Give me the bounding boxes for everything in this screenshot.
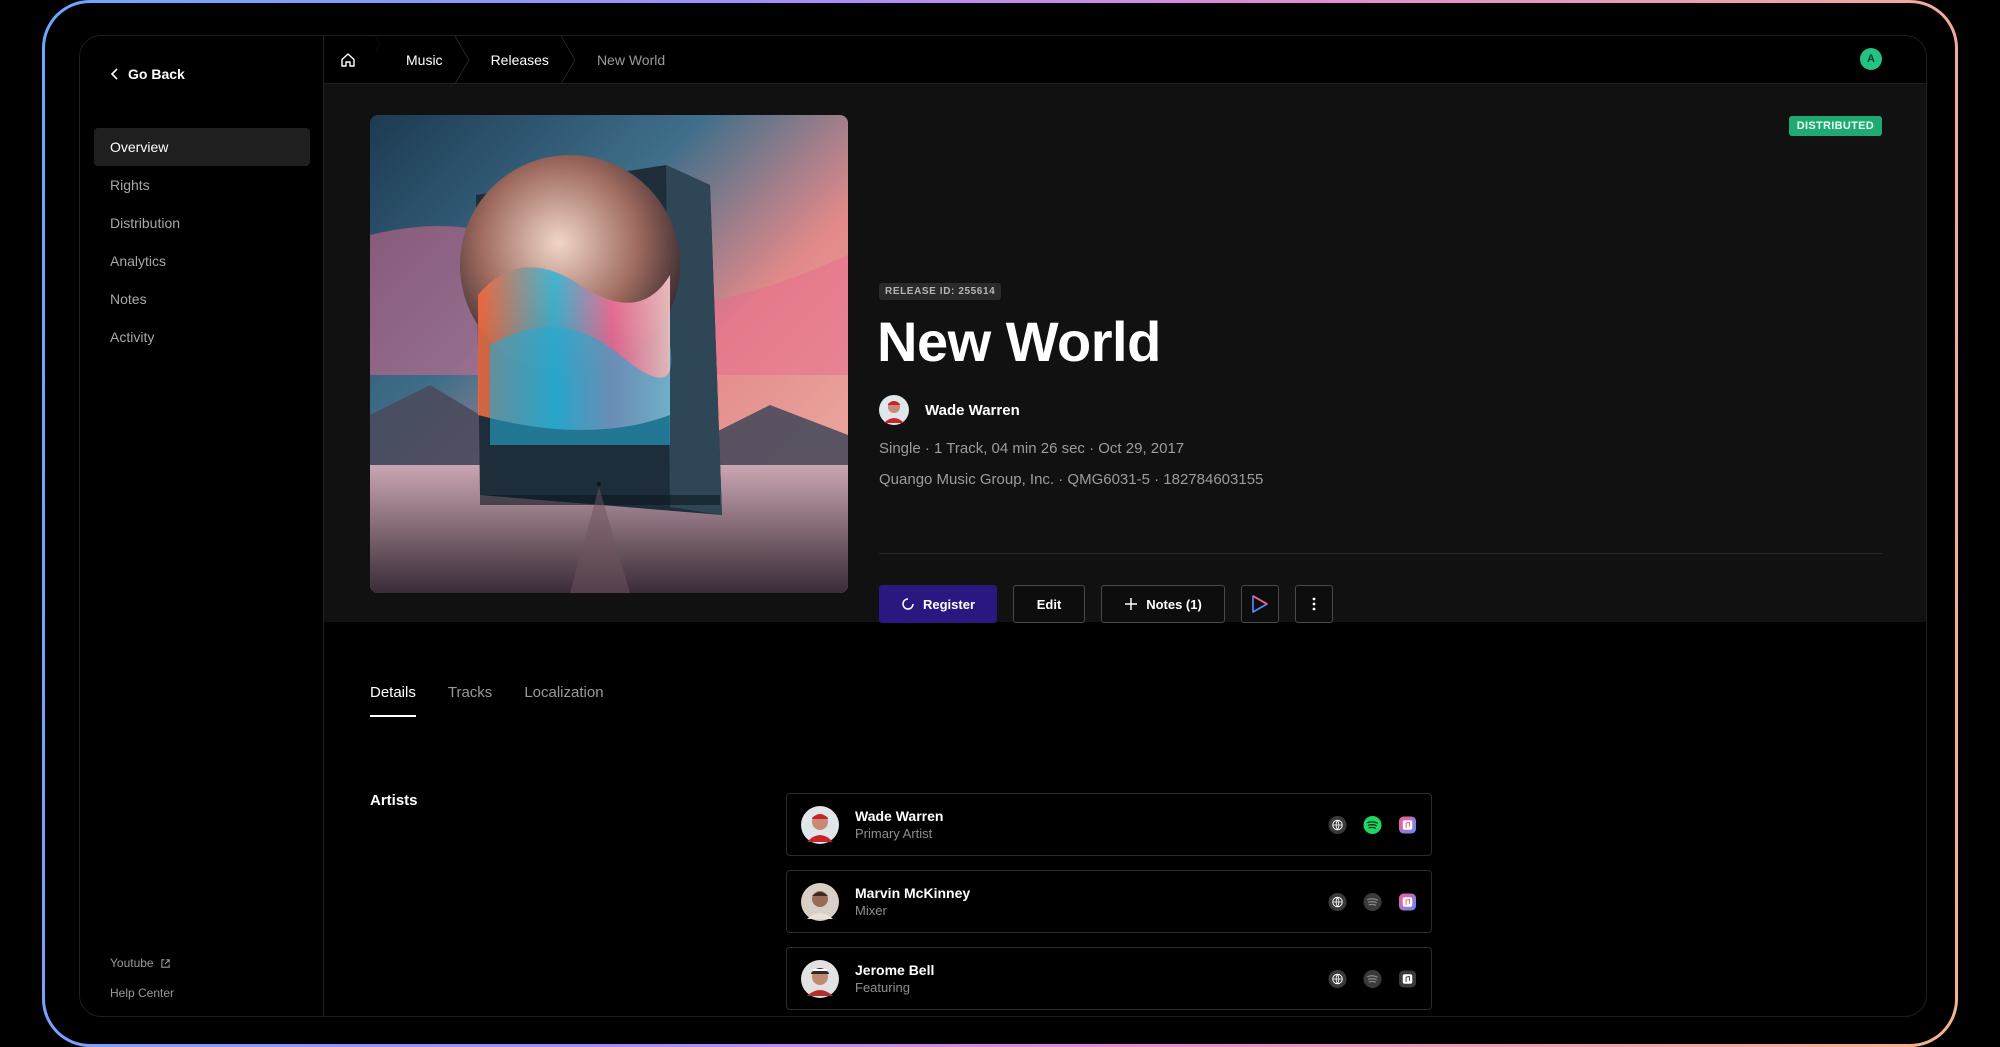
- album-cover-art: [370, 115, 848, 593]
- sidebar-nav: Overview Rights Distribution Analytics N…: [94, 128, 310, 356]
- artist-name: Marvin McKinney: [855, 885, 971, 901]
- release-artist[interactable]: Wade Warren: [879, 395, 1020, 425]
- avatar: [801, 805, 839, 844]
- breadcrumb-music[interactable]: Music: [378, 36, 470, 84]
- globe-icon: [1328, 815, 1347, 834]
- go-back-label: Go Back: [128, 66, 185, 82]
- spinner-icon: [902, 598, 914, 610]
- apple-music-icon: [1398, 969, 1417, 988]
- sidebar-item-overview[interactable]: Overview: [94, 128, 310, 166]
- spotify-icon: [1363, 892, 1382, 911]
- website-link[interactable]: [1328, 892, 1347, 911]
- sidebar-footer: Youtube Help Center: [110, 940, 174, 1000]
- list-item[interactable]: Marvin McKinney Mixer: [786, 870, 1432, 933]
- artist-info: Wade Warren Primary Artist: [855, 808, 943, 841]
- artist-role: Primary Artist: [855, 826, 933, 841]
- action-toolbar: Register Edit Notes (1): [879, 585, 1333, 623]
- help-center-label: Help Center: [110, 986, 175, 1000]
- device-frame: Go Back Overview Rights Distribution Ana…: [42, 0, 1958, 1047]
- spotify-link[interactable]: [1363, 892, 1382, 911]
- sidebar-item-activity[interactable]: Activity: [94, 318, 310, 356]
- more-options-button[interactable]: [1295, 585, 1333, 623]
- album-cover: [370, 115, 848, 593]
- sidebar-item-rights[interactable]: Rights: [94, 166, 310, 204]
- sidebar-item-distribution[interactable]: Distribution: [94, 204, 310, 242]
- help-center-link[interactable]: Help Center: [110, 986, 174, 1000]
- register-button-label: Register: [922, 596, 976, 612]
- sidebar-item-notes[interactable]: Notes: [94, 280, 310, 318]
- artist-role: Featuring: [855, 980, 910, 995]
- go-back-link[interactable]: Go Back: [110, 66, 185, 82]
- apple-music-link[interactable]: [1398, 969, 1417, 988]
- artists-list: Wade Warren Primary Artist Marvin McKinn…: [786, 793, 1432, 1016]
- spotify-link[interactable]: [1363, 815, 1382, 834]
- main-content: Music Releases New World A DISTRIBUTED R…: [324, 36, 1926, 1016]
- platform-links: [1328, 892, 1417, 911]
- tab-localization[interactable]: Localization: [524, 684, 603, 717]
- youtube-link-label: Youtube: [110, 956, 154, 970]
- app-window: Go Back Overview Rights Distribution Ana…: [79, 35, 1927, 1017]
- artist-info: Marvin McKinney Mixer: [855, 885, 970, 918]
- breadcrumb-home[interactable]: [324, 36, 381, 83]
- release-id-badge: RELEASE ID: 255614: [879, 283, 1002, 300]
- avatar: [879, 395, 909, 425]
- release-meta: Single · 1 Track, 04 min 26 sec · Oct 29…: [879, 440, 1185, 457]
- edit-button[interactable]: Edit: [1013, 585, 1085, 623]
- release-label-info: Quango Music Group, Inc. · QMG6031-5 · 1…: [879, 471, 1264, 488]
- device-screen: Go Back Overview Rights Distribution Ana…: [45, 3, 1955, 1044]
- artists-section-title: Artists: [370, 792, 418, 809]
- breadcrumb-releases[interactable]: Releases: [463, 36, 576, 84]
- user-avatar[interactable]: A: [1860, 48, 1882, 70]
- breadcrumb-releases-label: Releases: [490, 51, 549, 68]
- spotify-icon: [1363, 815, 1382, 834]
- more-vertical-icon: [1312, 597, 1316, 611]
- page-title: New World: [877, 310, 1161, 373]
- avatar: [801, 959, 839, 998]
- list-item[interactable]: Jerome Bell Featuring: [786, 947, 1432, 1010]
- apple-music-link[interactable]: [1398, 815, 1417, 834]
- artist-info: Jerome Bell Featuring: [855, 962, 934, 995]
- release-artist-name: Wade Warren: [925, 401, 1020, 419]
- home-icon: [341, 52, 355, 67]
- artist-role: Mixer: [855, 903, 887, 918]
- spotify-link[interactable]: [1363, 969, 1382, 988]
- plus-icon: [1125, 598, 1138, 610]
- status-badge: DISTRIBUTED: [1788, 116, 1882, 136]
- play-icon: [1252, 595, 1268, 613]
- website-link[interactable]: [1328, 815, 1347, 834]
- play-store-button[interactable]: [1241, 585, 1279, 623]
- breadcrumb: Music Releases New World A: [324, 36, 1926, 84]
- apple-music-icon: [1398, 815, 1417, 834]
- avatar: [801, 882, 839, 921]
- tab-tracks[interactable]: Tracks: [448, 684, 492, 717]
- artist-name: Wade Warren: [855, 808, 944, 824]
- artist-name: Jerome Bell: [855, 962, 935, 978]
- list-item[interactable]: Wade Warren Primary Artist: [786, 793, 1432, 856]
- chevron-left-icon: [110, 68, 118, 80]
- globe-icon: [1328, 969, 1347, 988]
- globe-icon: [1328, 892, 1347, 911]
- platform-links: [1328, 969, 1417, 988]
- external-link-icon: [160, 958, 170, 968]
- apple-music-icon: [1398, 892, 1417, 911]
- register-button[interactable]: Register: [879, 585, 997, 623]
- spotify-icon: [1363, 969, 1382, 988]
- divider: [879, 553, 1882, 554]
- edit-button-label: Edit: [1036, 596, 1062, 612]
- breadcrumb-current: New World: [596, 51, 666, 68]
- tab-details[interactable]: Details: [370, 684, 416, 717]
- notes-button-label: Notes (1): [1146, 596, 1202, 612]
- tab-bar: Details Tracks Localization: [370, 684, 604, 717]
- apple-music-link[interactable]: [1398, 892, 1417, 911]
- sidebar-item-analytics[interactable]: Analytics: [94, 242, 310, 280]
- platform-links: [1328, 815, 1417, 834]
- notes-button[interactable]: Notes (1): [1101, 585, 1225, 623]
- release-header: DISTRIBUTED RELEASE ID: 255614 New World…: [324, 84, 1926, 623]
- sidebar: Go Back Overview Rights Distribution Ana…: [80, 36, 324, 1016]
- youtube-link[interactable]: Youtube: [110, 956, 174, 970]
- website-link[interactable]: [1328, 969, 1347, 988]
- breadcrumb-music-label: Music: [406, 51, 443, 68]
